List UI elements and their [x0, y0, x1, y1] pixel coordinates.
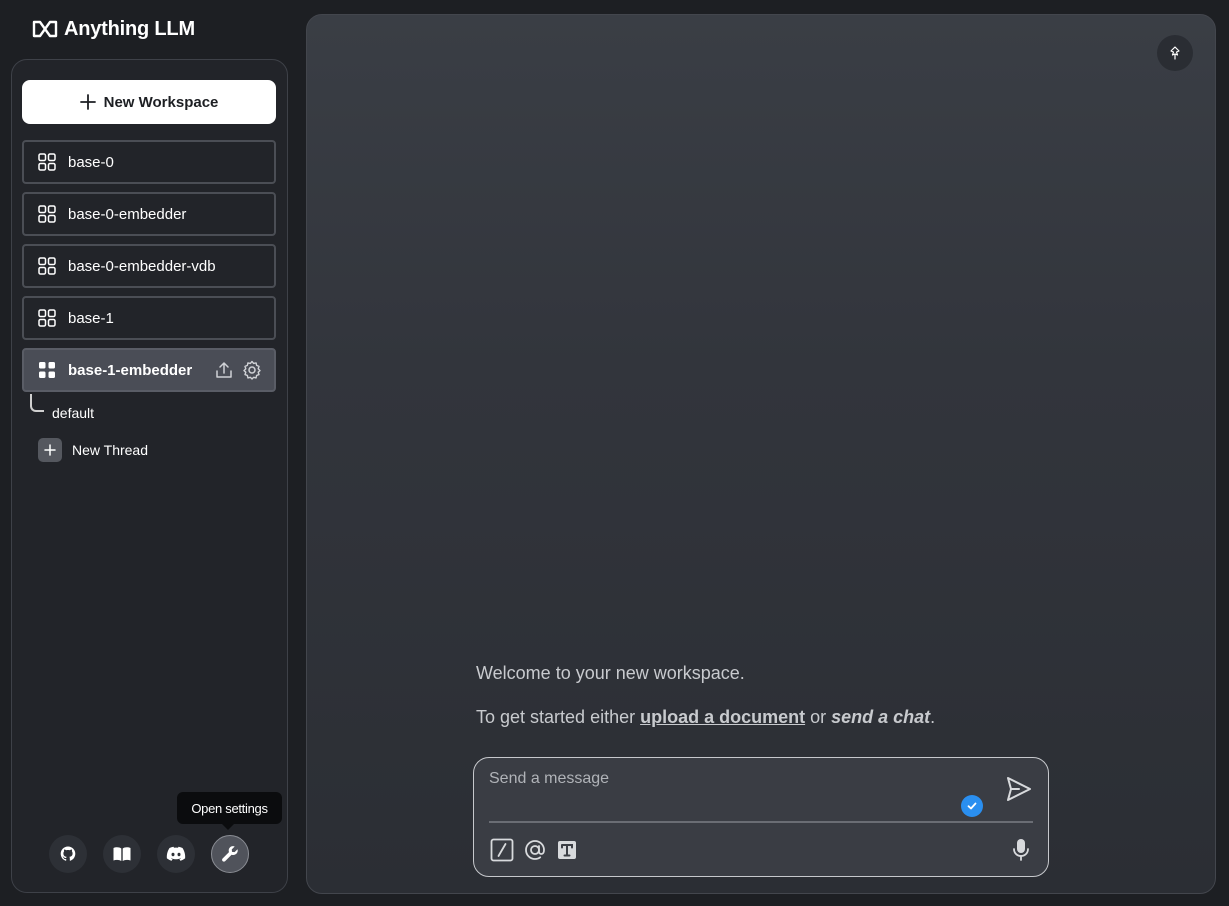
input-toolbar	[490, 838, 578, 862]
grid-icon	[38, 205, 56, 223]
grid-icon	[38, 153, 56, 171]
grid-icon	[38, 309, 56, 327]
github-button[interactable]	[49, 835, 87, 873]
workspace-item-base-1[interactable]: base-1	[22, 296, 276, 340]
plus-icon	[38, 438, 62, 462]
getting-started-middle: or	[805, 707, 832, 727]
workspace-actions	[214, 360, 262, 380]
discord-icon	[166, 846, 186, 861]
plus-icon	[79, 94, 96, 110]
app-name: Anything LLM	[64, 17, 195, 40]
new-thread-button[interactable]: New Thread	[38, 438, 148, 462]
microphone-button[interactable]	[1012, 838, 1030, 867]
getting-started-message: To get started either upload a document …	[476, 707, 935, 728]
discord-button[interactable]	[157, 835, 195, 873]
sidebar: New Workspace base-0 base-0-embedder bas…	[11, 59, 288, 893]
new-workspace-button[interactable]: New Workspace	[22, 80, 276, 124]
settings-button[interactable]	[211, 835, 249, 873]
chat-input-container	[473, 757, 1049, 877]
workspace-label: base-1	[68, 309, 114, 327]
verified-badge-icon	[961, 795, 983, 817]
sidebar-footer	[49, 835, 249, 873]
send-button[interactable]	[1006, 776, 1032, 807]
book-icon	[113, 847, 131, 861]
grid-icon	[38, 257, 56, 275]
input-divider	[489, 821, 1033, 823]
new-workspace-label: New Workspace	[103, 93, 219, 111]
getting-started-suffix: .	[930, 707, 936, 727]
settings-tooltip: Open settings	[177, 792, 282, 830]
main-chat-panel: Welcome to your new workspace. To get st…	[306, 14, 1216, 894]
thread-label: default	[52, 405, 95, 421]
app-logo: Anything LLM	[32, 16, 195, 42]
send-chat-link[interactable]: send a chat	[831, 707, 930, 727]
workspace-item-base-0[interactable]: base-0	[22, 140, 276, 184]
workspace-item-base-0-embedder-vdb[interactable]: base-0-embedder-vdb	[22, 244, 276, 288]
new-thread-label: New Thread	[72, 442, 149, 458]
slash-command-icon[interactable]	[490, 838, 514, 862]
pin-button[interactable]	[1157, 35, 1193, 71]
workspace-item-base-0-embedder[interactable]: base-0-embedder	[22, 192, 276, 236]
workspace-list: base-0 base-0-embedder base-0-embedder-v…	[22, 140, 276, 400]
upload-document-link[interactable]: upload a document	[640, 707, 805, 727]
upload-icon[interactable]	[214, 360, 234, 380]
workspace-label: base-0	[68, 153, 114, 171]
welcome-message: Welcome to your new workspace.	[476, 663, 745, 683]
docs-button[interactable]	[103, 835, 141, 873]
message-input[interactable]	[489, 768, 969, 790]
github-icon	[60, 846, 76, 861]
workspace-label: base-0-embedder	[68, 205, 187, 223]
workspace-label: base-0-embedder-vdb	[68, 257, 216, 275]
anything-llm-logo-icon	[32, 20, 58, 38]
wrench-icon	[222, 846, 238, 862]
getting-started-prefix: To get started either	[476, 707, 641, 727]
pin-icon	[1170, 46, 1180, 60]
thread-item-default[interactable]: default	[30, 394, 230, 428]
grid-filled-icon	[39, 362, 55, 378]
microphone-icon	[1013, 839, 1029, 861]
text-size-icon[interactable]	[556, 839, 578, 861]
gear-icon[interactable]	[242, 360, 262, 380]
thread-connector	[30, 394, 44, 412]
send-icon	[1007, 777, 1031, 801]
at-mention-icon[interactable]	[524, 839, 546, 861]
workspace-label: base-1-embedder	[68, 361, 193, 379]
workspace-item-base-1-embedder[interactable]: base-1-embedder	[22, 348, 276, 392]
